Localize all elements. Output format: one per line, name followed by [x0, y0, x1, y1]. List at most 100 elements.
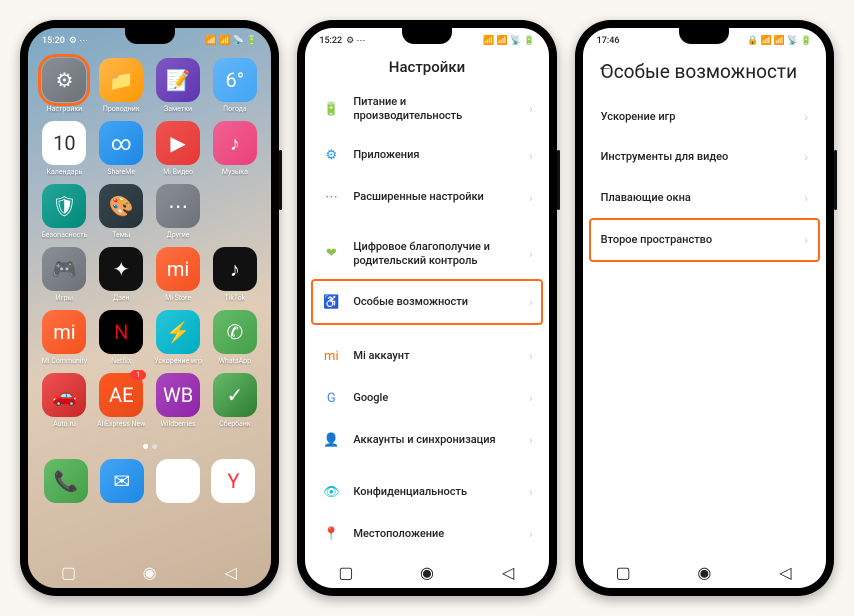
settings-row[interactable]: Инструменты для видео›	[591, 137, 818, 177]
app-icon: 🚗	[42, 373, 86, 417]
app-icon: 🛡	[42, 184, 86, 228]
app-label: ShareMe	[107, 168, 135, 176]
row-label: Ускорение игр	[601, 110, 793, 124]
app-empty	[208, 184, 261, 239]
app-icon: ♪	[213, 247, 257, 291]
notch	[402, 28, 452, 44]
settings-row[interactable]: ♿Особые возможности›	[311, 279, 542, 325]
settings-row[interactable]: 🔋Питание и производительность›	[313, 84, 540, 135]
chevron-right-icon: ›	[529, 433, 533, 447]
chevron-right-icon: ›	[529, 391, 533, 405]
app-AliExpress New[interactable]: AE1AliExpress New	[95, 373, 148, 428]
dock-app[interactable]: Y	[211, 459, 255, 503]
app-Сбербанк[interactable]: ✓Сбербанк	[208, 373, 261, 428]
dock-app[interactable]: ✉	[100, 459, 144, 503]
settings-row[interactable]: ⚙Приложения›	[313, 135, 540, 177]
status-icons-right: 📶 📶 📡 🔋	[206, 36, 258, 46]
settings-row[interactable]: ❤Цифровое благополучие и родительский ко…	[313, 229, 540, 280]
app-Wildberries[interactable]: WBWildberries	[152, 373, 205, 428]
app-Ускорение игр[interactable]: ⚡ Ускорение игр	[152, 310, 205, 365]
app-Игры[interactable]: 🎮Игры	[38, 247, 91, 302]
app-label: Игры	[56, 294, 73, 302]
row-label: Второе пространство	[601, 233, 793, 247]
nav-back[interactable]: ◁	[222, 563, 240, 581]
nav-home[interactable]: ◉	[695, 563, 713, 581]
app-label: TikTok	[225, 294, 246, 302]
settings-row[interactable]: ⋯Расширенные настройки›	[313, 177, 540, 219]
app-Календарь[interactable]: 10Календарь	[38, 121, 91, 176]
app-icon: mi	[42, 310, 86, 354]
row-label: Приложения	[353, 148, 517, 162]
app-Mi Store[interactable]: miMi Store	[152, 247, 205, 302]
app-label: WhatsApp	[219, 357, 251, 365]
app-label: Wildberries	[161, 420, 196, 428]
app-icon: ✓	[213, 373, 257, 417]
app-icon: ▶	[156, 121, 200, 165]
app-icon: 🎨	[99, 184, 143, 228]
app-Mi Community[interactable]: mi Mi Community	[38, 310, 91, 365]
app-ShareMe[interactable]: ∞ ShareMe	[95, 121, 148, 176]
nav-home[interactable]: ◉	[141, 563, 159, 581]
nav-home[interactable]: ◉	[418, 563, 436, 581]
nav-recents[interactable]: ▢	[337, 563, 355, 581]
app-label: Дзен	[113, 294, 130, 302]
app-Темы[interactable]: 🎨Темы	[95, 184, 148, 239]
settings-row[interactable]: 📍Местоположение›	[313, 513, 540, 555]
app-Заметки[interactable]: 📝Заметки	[152, 58, 205, 113]
chevron-right-icon: ›	[529, 295, 533, 309]
app-label: Погода	[223, 105, 247, 113]
chevron-right-icon: ›	[804, 233, 808, 247]
app-Netflix[interactable]: NNetflix	[95, 310, 148, 365]
settings-row[interactable]: 👁Конфиденциальность›	[313, 471, 540, 513]
settings-row[interactable]: Ускорение игр›	[591, 97, 818, 137]
status-icons-right: 🔒 📶 📶 📡 🔋	[747, 36, 812, 46]
back-button[interactable]: ←	[597, 56, 613, 76]
app-WhatsApp[interactable]: ✆WhatsApp	[208, 310, 261, 365]
row-label: Расширенные настройки	[353, 190, 517, 204]
app-TikTok[interactable]: ♪ TikTok	[208, 247, 261, 302]
settings-row[interactable]: Второе пространство ›	[589, 218, 820, 262]
app-Погода[interactable]: 6° Погода	[208, 58, 261, 113]
dock-app[interactable]: ◉	[156, 459, 200, 503]
page-title: Настройки	[305, 52, 548, 84]
page-indicator	[28, 428, 271, 455]
chevron-right-icon: ›	[529, 527, 533, 541]
app-label: Mi Community	[42, 357, 87, 365]
app-label: Музыка	[222, 168, 248, 176]
row-icon: ⋯	[321, 188, 341, 208]
nav-recents[interactable]: ▢	[614, 563, 632, 581]
row-label: Mi аккаунт	[353, 349, 517, 363]
row-icon: mi	[321, 346, 341, 366]
app-icon: AE1	[99, 373, 143, 417]
clock: 17:46	[597, 36, 620, 46]
app-Дзен[interactable]: ✦ Дзен	[95, 247, 148, 302]
phone-special-features: 17:46 🔒 📶 📶 📡 🔋 ← Особые возможности Уск…	[575, 20, 834, 596]
app-Безопасность[interactable]: 🛡Безопасность	[38, 184, 91, 239]
app-Проводник[interactable]: 📁Проводник	[95, 58, 148, 113]
nav-recents[interactable]: ▢	[60, 563, 78, 581]
app-Другие[interactable]: ⋯Другие	[152, 184, 205, 239]
app-label: Ускорение игр	[154, 357, 202, 365]
settings-row[interactable]: 👤Аккаунты и синхронизация›	[313, 419, 540, 461]
app-icon: ∞	[99, 121, 143, 165]
app-Auto.ru[interactable]: 🚗Auto.ru	[38, 373, 91, 428]
settings-row[interactable]: GGoogle›	[313, 377, 540, 419]
app-icon: ⚙	[42, 58, 86, 102]
app-Музыка[interactable]: ♪Музыка	[208, 121, 261, 176]
row-label: Конфиденциальность	[353, 485, 517, 499]
app-icon: ✦	[99, 247, 143, 291]
app-icon: ⚡	[156, 310, 200, 354]
app-Mi Видео[interactable]: ▶Mi Видео	[152, 121, 205, 176]
dock-app[interactable]: 📞	[44, 459, 88, 503]
chevron-right-icon: ›	[529, 485, 533, 499]
settings-row[interactable]: miMi аккаунт›	[313, 335, 540, 377]
nav-back[interactable]: ◁	[776, 563, 794, 581]
app-Настройки[interactable]: ⚙Настройки	[38, 58, 91, 113]
chevron-right-icon: ›	[529, 247, 533, 261]
nav-bar: ▢ ◉ ◁	[305, 556, 548, 588]
dock: 📞 ✉ ◉Y	[28, 455, 271, 509]
settings-row[interactable]: Плавающие окна›	[591, 178, 818, 218]
nav-back[interactable]: ◁	[499, 563, 517, 581]
app-icon: 6°	[213, 58, 257, 102]
row-label: Цифровое благополучие и родительский кон…	[353, 240, 517, 269]
